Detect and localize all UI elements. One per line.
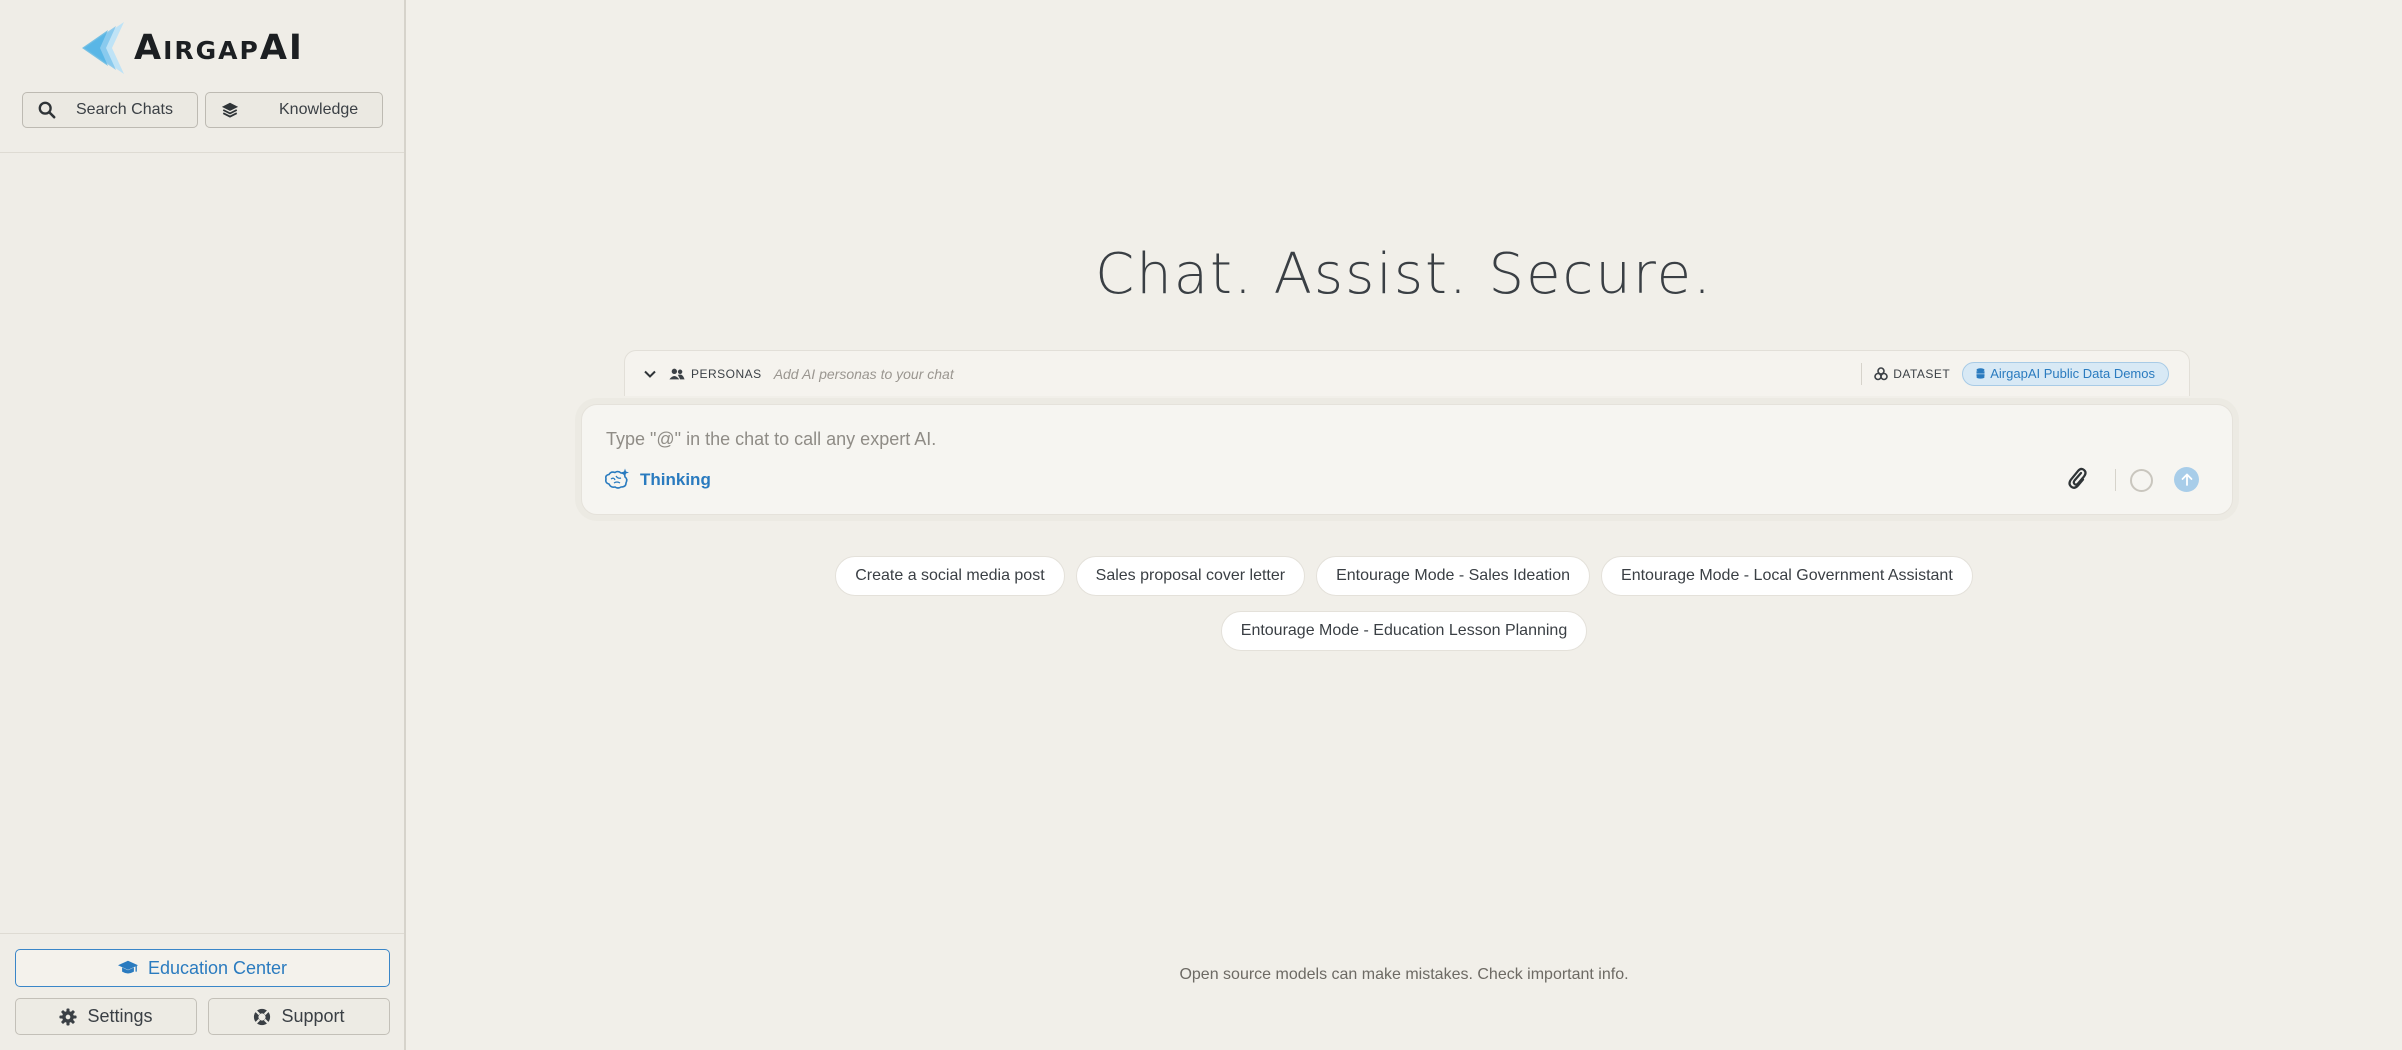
send-button[interactable] bbox=[2174, 467, 2199, 492]
sidebar: AirgapAI Search Chats Knowledge Educatio… bbox=[0, 0, 406, 1050]
suggestion-chips: Create a social media post Sales proposa… bbox=[406, 556, 2402, 666]
brand-logo: AirgapAI bbox=[80, 20, 304, 76]
settings-button[interactable]: Settings bbox=[15, 998, 197, 1035]
dataset-chip-label: AirgapAI Public Data Demos bbox=[1990, 366, 2155, 381]
disclaimer-text: Open source models can make mistakes. Ch… bbox=[1179, 966, 1629, 983]
layers-icon bbox=[221, 102, 239, 118]
gear-icon bbox=[59, 1007, 78, 1026]
search-icon bbox=[38, 101, 56, 119]
suggestion-chip[interactable]: Sales proposal cover letter bbox=[1075, 556, 1306, 596]
graduation-cap-icon bbox=[117, 960, 138, 974]
persona-bar-divider bbox=[1861, 362, 1863, 385]
dataset-icon bbox=[1874, 366, 1888, 380]
persona-dataset-bar: PERSONAS Add AI personas to your chat DA… bbox=[624, 350, 2190, 396]
app-root: AirgapAI Search Chats Knowledge Educatio… bbox=[0, 0, 2402, 1050]
brand-name: AirgapAI bbox=[134, 28, 304, 68]
sidebar-bottom-divider bbox=[0, 933, 404, 934]
search-chats-label: Search Chats bbox=[76, 101, 173, 118]
people-icon bbox=[669, 368, 685, 379]
lifebuoy-icon bbox=[254, 1008, 271, 1025]
support-label: Support bbox=[281, 1006, 345, 1026]
composer-divider bbox=[2115, 469, 2116, 491]
suggestion-chip[interactable]: Entourage Mode - Local Government Assist… bbox=[1601, 556, 1973, 596]
personas-placeholder[interactable]: Add AI personas to your chat bbox=[774, 366, 954, 382]
page-headline: Chat. Assist. Secure. bbox=[1095, 242, 1713, 307]
status-circle-button[interactable] bbox=[2130, 469, 2153, 492]
airgap-chevron-icon bbox=[82, 22, 124, 74]
arrow-up-icon bbox=[2181, 473, 2192, 486]
education-center-button[interactable]: Education Center bbox=[15, 949, 390, 987]
thinking-toggle[interactable]: Thinking bbox=[604, 468, 711, 492]
chevron-down-icon[interactable] bbox=[643, 367, 657, 381]
thinking-label: Thinking bbox=[640, 470, 711, 489]
database-icon bbox=[1976, 368, 1985, 379]
chat-input[interactable]: Type "@" in the chat to call any expert … bbox=[606, 429, 936, 450]
search-chats-button[interactable]: Search Chats bbox=[22, 92, 198, 128]
knowledge-label: Knowledge bbox=[279, 101, 359, 118]
education-center-label: Education Center bbox=[147, 957, 288, 978]
settings-label: Settings bbox=[87, 1006, 153, 1026]
suggestion-chip[interactable]: Entourage Mode - Sales Ideation bbox=[1316, 556, 1591, 596]
sidebar-divider bbox=[0, 152, 404, 153]
support-button[interactable]: Support bbox=[208, 998, 390, 1035]
personas-label: PERSONAS bbox=[691, 366, 762, 381]
dataset-chip[interactable]: AirgapAI Public Data Demos bbox=[1962, 361, 2169, 386]
main-area: Chat. Assist. Secure. PERSONAS Add AI pe… bbox=[406, 0, 2402, 1050]
paperclip-icon[interactable] bbox=[2066, 466, 2088, 492]
brain-sparkle-icon bbox=[605, 468, 629, 489]
suggestion-chip[interactable]: Entourage Mode - Education Lesson Planni… bbox=[1220, 611, 1588, 651]
chat-composer: Type "@" in the chat to call any expert … bbox=[581, 404, 2233, 515]
knowledge-button[interactable]: Knowledge bbox=[205, 92, 383, 128]
suggestion-chip[interactable]: Create a social media post bbox=[835, 556, 1065, 596]
dataset-label: DATASET bbox=[1893, 366, 1951, 381]
